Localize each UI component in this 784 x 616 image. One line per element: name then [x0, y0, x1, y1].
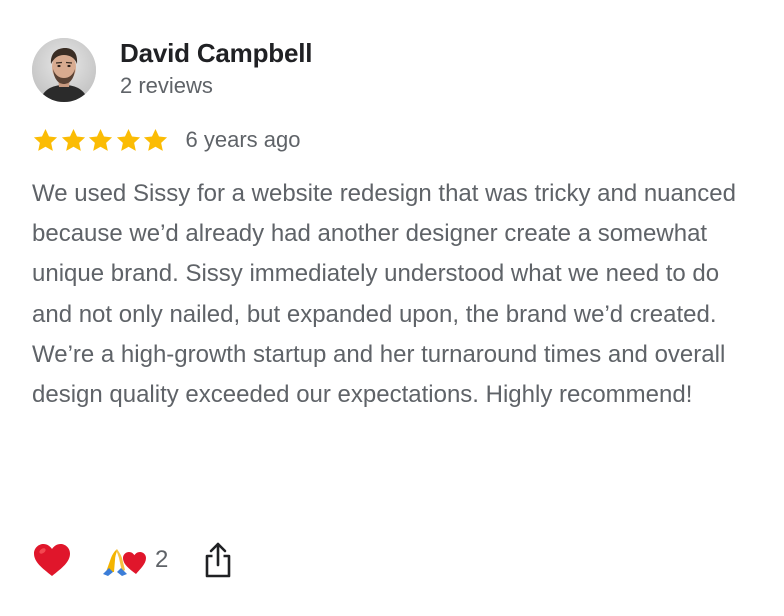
review-time-ago: 6 years ago [185, 127, 301, 152]
review-text: We used Sissy for a website redesign tha… [32, 180, 736, 409]
rating-row: 6 years ago [32, 124, 300, 156]
red-heart-icon [34, 544, 70, 576]
reactions-icons [103, 549, 146, 576]
folded-hands-icon [103, 549, 127, 576]
reactions-summary[interactable]: 2 [99, 544, 168, 576]
star-icon [88, 128, 113, 151]
star-icon [143, 128, 168, 151]
red-heart-icon [123, 552, 146, 574]
review-actions: 2 [32, 538, 234, 582]
reviewer-name[interactable]: David Campbell [120, 38, 312, 69]
avatar[interactable] [32, 38, 96, 102]
share-icon [206, 542, 231, 578]
star-icon [33, 128, 58, 151]
review-card: David Campbell 2 reviews 6 years ago We … [0, 0, 784, 616]
share-button[interactable] [202, 540, 234, 580]
like-button[interactable] [32, 540, 72, 580]
star-icon [61, 128, 85, 151]
avatar-image [32, 38, 96, 102]
star-rating [32, 127, 170, 154]
reaction-count: 2 [155, 546, 169, 573]
star-icon [116, 128, 140, 151]
review-count[interactable]: 2 reviews [120, 73, 213, 99]
